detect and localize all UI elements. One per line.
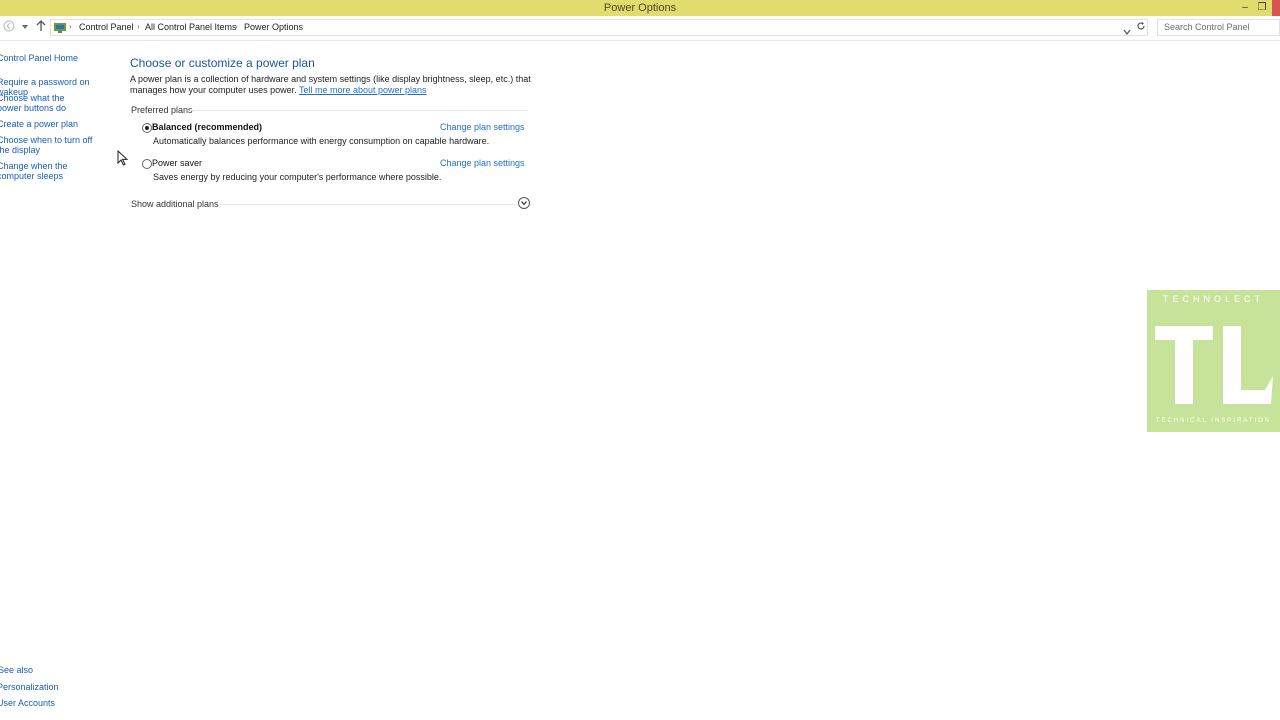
- nav-turn-off-display[interactable]: Choose when to turn off the display: [0, 135, 105, 155]
- power-saver-radio[interactable]: [142, 159, 152, 169]
- up-arrow-icon[interactable]: [34, 20, 48, 36]
- nav-create-plan[interactable]: Create a power plan: [0, 119, 112, 129]
- preferred-plans-label: Preferred plans: [131, 105, 193, 115]
- plan-desc-balanced: Automatically balances performance with …: [153, 136, 490, 146]
- tl-logo-icon: [1155, 326, 1273, 404]
- nav-control-panel-home[interactable]: Control Panel Home: [0, 53, 112, 63]
- nav-computer-sleeps[interactable]: Change when the computer sleeps: [0, 161, 105, 181]
- plan-name-power-saver[interactable]: Power saver: [152, 158, 202, 168]
- change-plan-settings-balanced[interactable]: Change plan settings: [440, 122, 525, 132]
- back-icon[interactable]: [2, 20, 16, 36]
- page-title: Choose or customize a power plan: [130, 56, 315, 70]
- change-plan-settings-power-saver[interactable]: Change plan settings: [440, 158, 525, 168]
- search-input[interactable]: Search Control Panel: [1157, 19, 1280, 36]
- chevron-down-icon[interactable]: [518, 197, 530, 209]
- minimize-button[interactable]: –: [1236, 0, 1254, 16]
- nav-power-buttons[interactable]: Choose what the power buttons do: [0, 93, 87, 113]
- breadcrumb-separator-icon: ›: [235, 22, 238, 31]
- nav-personalization[interactable]: Personalization: [0, 682, 112, 692]
- watermark-top-text: TECHNOLECT: [1162, 294, 1264, 304]
- page-description: A power plan is a collection of hardware…: [130, 74, 540, 96]
- section-divider: [190, 110, 528, 111]
- address-bar: › Control Panel › All Control Panel Item…: [0, 16, 1280, 41]
- watermark-logo: TECHNOLECT TECHNICAL INSPIRATION: [1147, 290, 1280, 432]
- additional-plans-divider: [220, 204, 516, 205]
- close-button[interactable]: [1272, 0, 1280, 16]
- plan-desc-power-saver: Saves energy by reducing your computer's…: [153, 172, 442, 182]
- balanced-radio[interactable]: [142, 123, 152, 133]
- title-bar: Power Options – ❐: [0, 0, 1280, 16]
- breadcrumb-separator-icon: ›: [69, 22, 72, 31]
- recent-locations-icon[interactable]: [18, 20, 32, 36]
- control-panel-icon: [53, 21, 67, 39]
- breadcrumb-power-options[interactable]: Power Options: [244, 20, 303, 34]
- show-additional-plans-label[interactable]: Show additional plans: [131, 199, 219, 209]
- nav-user-accounts[interactable]: User Accounts: [0, 698, 112, 708]
- learn-more-link[interactable]: Tell me more about power plans: [299, 85, 427, 95]
- breadcrumb-all-items[interactable]: All Control Panel Items: [145, 20, 237, 34]
- see-also-label: See also: [0, 665, 34, 675]
- maximize-button[interactable]: ❐: [1253, 0, 1271, 16]
- watermark-bottom-text: TECHNICAL INSPIRATION: [1155, 418, 1272, 424]
- mouse-cursor-icon: [117, 149, 129, 166]
- breadcrumb-control-panel[interactable]: Control Panel: [79, 20, 134, 34]
- refresh-icon[interactable]: [1134, 20, 1148, 36]
- breadcrumb-separator-icon: ›: [137, 22, 140, 31]
- breadcrumb[interactable]: › Control Panel › All Control Panel Item…: [50, 19, 1148, 36]
- plan-name-balanced[interactable]: Balanced (recommended): [152, 122, 262, 132]
- address-dropdown-icon[interactable]: [1123, 23, 1131, 41]
- window-title: Power Options: [603, 2, 677, 14]
